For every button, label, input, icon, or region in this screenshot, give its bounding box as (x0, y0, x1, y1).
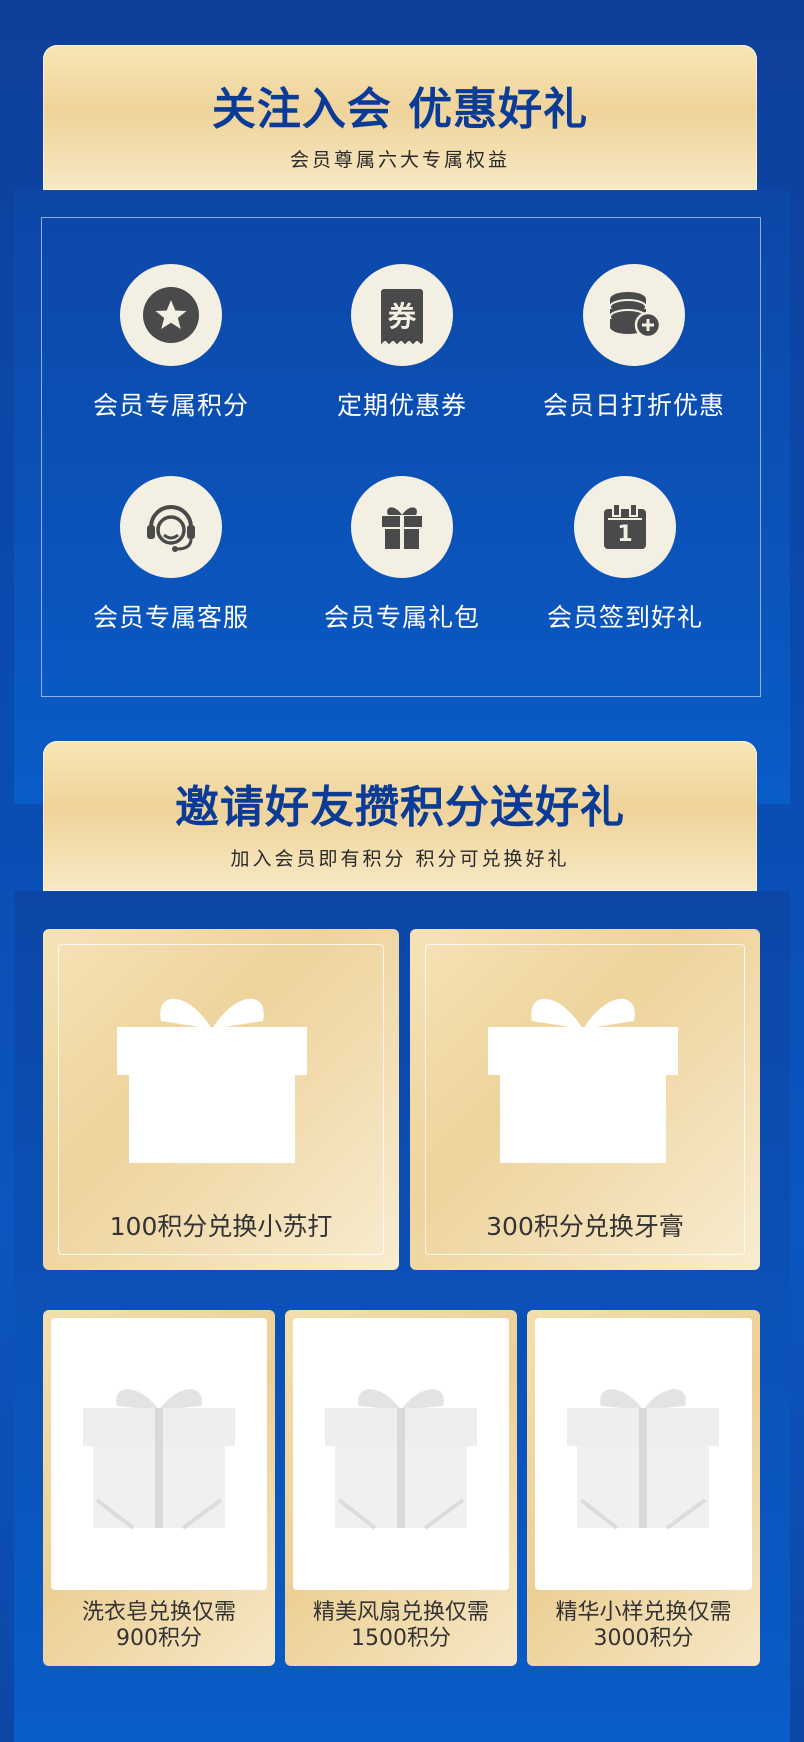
gift-card-caption: 300积分兑换牙膏 (486, 1212, 684, 1241)
gift-card-image-area (293, 1318, 509, 1590)
gift-card-caption-line1: 精华小样兑换仅需 (555, 1600, 732, 1625)
gift-card-soap[interactable]: 洗衣皂兑换仅需 900积分 (43, 1310, 275, 1666)
gift-card-caption-line1: 精美风扇兑换仅需 (312, 1600, 489, 1625)
coupon-icon: 券 (381, 289, 423, 347)
benefit-points[interactable]: 会员专属积分 (56, 264, 286, 422)
gift-card-essence[interactable]: 精华小样兑换仅需 3000积分 (527, 1310, 760, 1666)
benefit-coupon-label: 定期优惠券 (336, 391, 467, 420)
gift-card-image-area (51, 1318, 267, 1590)
benefit-discount[interactable]: 会员日打折优惠 (519, 264, 749, 422)
calendar-number: 1 (617, 521, 633, 547)
section1-title: 关注入会 优惠好礼 (211, 84, 589, 135)
benefit-service[interactable]: 会员专属客服 (56, 476, 286, 634)
benefit-gift-circle (351, 476, 453, 578)
gift-box-icon (567, 1389, 719, 1530)
benefit-coupon-circle: 券 (351, 264, 453, 366)
benefit-points-label: 会员专属积分 (92, 391, 249, 420)
section1-subtitle: 会员尊属六大专属权益 (289, 149, 510, 171)
gift-box-icon (325, 1389, 477, 1530)
benefit-checkin-circle: 1 (574, 476, 676, 578)
gift-card-caption: 100积分兑换小苏打 (109, 1212, 333, 1241)
benefit-service-circle (120, 476, 222, 578)
benefit-discount-circle (583, 264, 685, 366)
benefit-service-label: 会员专属客服 (92, 603, 249, 632)
benefit-discount-label: 会员日打折优惠 (542, 391, 725, 420)
gift-card-fan[interactable]: 精美风扇兑换仅需 1500积分 (285, 1310, 517, 1666)
section2-title: 邀请好友攒积分送好礼 (175, 782, 625, 833)
gift-box-icon (488, 998, 678, 1163)
gift-box-icon (117, 998, 307, 1163)
benefit-coupon[interactable]: 券 定期优惠券 (287, 264, 517, 422)
gift-card-toothpaste[interactable]: 300积分兑换牙膏 (410, 929, 760, 1270)
gift-card-caption: 精华小样兑换仅需 3000积分 (527, 1600, 760, 1652)
gift-card-image-area (535, 1318, 752, 1590)
benefit-checkin[interactable]: 1 会员签到好礼 (510, 476, 740, 634)
gift-card-caption: 洗衣皂兑换仅需 900积分 (43, 1600, 275, 1652)
gift-card-caption-line2: 3000积分 (593, 1626, 694, 1651)
coupon-glyph: 券 (387, 300, 416, 333)
star-badge-icon (143, 287, 199, 343)
benefit-checkin-label: 会员签到好礼 (546, 603, 703, 632)
coin-stack-add-icon (609, 292, 662, 339)
gift-card-caption-line2: 900积分 (116, 1626, 202, 1651)
gift-card-caption-line1: 洗衣皂兑换仅需 (81, 1600, 236, 1625)
gift-card-baking-soda[interactable]: 100积分兑换小苏打 (43, 929, 399, 1270)
headset-icon (147, 505, 195, 552)
benefit-gift[interactable]: 会员专属礼包 (287, 476, 517, 634)
benefit-gift-label: 会员专属礼包 (323, 603, 480, 632)
section2-header: 邀请好友攒积分送好礼 加入会员即有积分 积分可兑换好礼 (43, 741, 757, 891)
section1-header: 关注入会 优惠好礼 会员尊属六大专属权益 (43, 45, 757, 190)
gift-card-caption: 精美风扇兑换仅需 1500积分 (285, 1600, 517, 1652)
gift-box-icon (83, 1389, 235, 1530)
gift-icon (382, 507, 422, 549)
benefit-points-circle (120, 264, 222, 366)
calendar-icon: 1 (604, 503, 646, 549)
gift-card-caption-line2: 1500积分 (351, 1626, 451, 1651)
section2-subtitle: 加入会员即有积分 积分可兑换好礼 (230, 848, 570, 870)
